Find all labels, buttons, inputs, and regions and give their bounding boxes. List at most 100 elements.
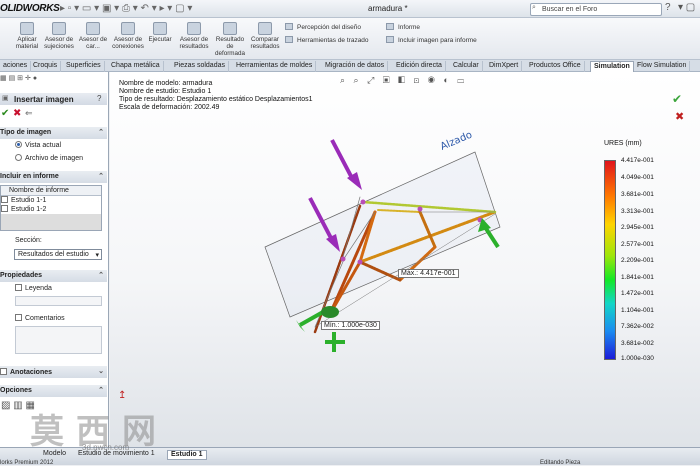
load-icon [86, 22, 100, 35]
report-table: Nombre de informe Estudio 1-1 Estudio 1-… [0, 185, 102, 231]
design-insight-button[interactable]: Percepción del diseño [285, 23, 361, 31]
tab-operaciones[interactable]: aciones [0, 61, 32, 72]
results-icon [187, 22, 201, 35]
radio-current-view[interactable]: Vista actual [15, 141, 61, 149]
loads-advisor-button[interactable]: Asesor de car... [76, 22, 110, 50]
legend-field[interactable] [15, 296, 102, 306]
tab-superficies[interactable]: Superficies [63, 61, 105, 72]
watermark-url: 3d.nwcn.com [82, 443, 130, 452]
pm-toolbar[interactable]: ▦ ▤ ⊞ ✛ ● [0, 74, 107, 86]
tab-flow-simulation[interactable]: Flow Simulation [634, 61, 691, 72]
legend-tick: 4.417e-001 [621, 157, 654, 164]
color-bar [604, 160, 616, 360]
table-row[interactable]: Estudio 1-1 [1, 196, 101, 205]
command-tabs: aciones Croquis Superficies Chapa metáli… [0, 60, 700, 72]
legend-tick: 3.681e-002 [621, 340, 654, 347]
compare-icon [258, 22, 272, 35]
properties-section[interactable]: Propiedades ⌃ [0, 270, 107, 282]
image-type-section[interactable]: Tipo de imagen ⌃ [0, 127, 107, 139]
triad-icon: ↥ [118, 390, 127, 401]
radio-image-file[interactable]: Archivo de imagen [15, 154, 83, 162]
plot-tools-button[interactable]: Herramientas de trazado [285, 36, 369, 44]
table-row[interactable]: Estudio 1-2 [1, 205, 101, 214]
connections-advisor-button[interactable]: Asesor de conexiones [110, 22, 146, 50]
image-icon [386, 36, 394, 43]
fixtures-advisor-button[interactable]: Asesor de sujeciones [42, 22, 76, 50]
legend-title: URES (mm) [604, 140, 642, 147]
quick-access-toolbar[interactable]: ▸ ▫ ▾ ▭ ▾ ▣ ▾ ⎙ ▾ ↶ ▾ ▸ ▾ ▢ ▾ [60, 3, 192, 14]
search-input[interactable]: Buscar en el Foro [530, 3, 662, 16]
include-section[interactable]: Incluir en informe ⌃ [0, 171, 107, 183]
pushpin-icon[interactable]: ⇐ [25, 108, 33, 119]
search-icon: ⌕ [532, 4, 536, 11]
deformed-icon [223, 22, 237, 35]
cancel-icon[interactable]: ✖ [13, 108, 21, 119]
status-mode: Editando Pieza [540, 460, 581, 466]
run-button[interactable]: Ejecutar [146, 22, 174, 43]
tab-calcular[interactable]: Calcular [450, 61, 483, 72]
plot-tools-icon [285, 36, 293, 43]
max-annotation: Máx.: 4.417e-001 [398, 269, 459, 278]
ok-icon[interactable]: ✔ [1, 108, 9, 119]
legend-tick: 3.313e-001 [621, 208, 654, 215]
min-annotation: Mín.: 1.000e-030 [321, 321, 380, 330]
help-icon[interactable]: ? [665, 2, 671, 13]
plane-label: Alzado [439, 130, 474, 153]
connection-icon [121, 22, 135, 35]
command-manager-ribbon: Aplicar material Asesor de sujeciones As… [0, 18, 700, 60]
chevron-down-icon: ▾ [95, 252, 99, 259]
config-icon[interactable]: ⊞ [17, 75, 23, 82]
tab-moldes[interactable]: Herramientas de moldes [233, 61, 317, 72]
report-icon [386, 23, 394, 30]
image-icon: ▣ [2, 95, 9, 102]
deformed-result-button[interactable]: Resultado de deformada [212, 22, 248, 57]
include-image-button[interactable]: Incluir imagen para informe [386, 36, 477, 44]
pm-title: Insertar imagen [0, 93, 107, 105]
tab-croquis[interactable]: Croquis [30, 61, 62, 72]
legend-tick: 1.472e-001 [621, 290, 654, 297]
dimxpert-icon[interactable]: ✛ [25, 75, 31, 82]
legend-tick: 4.049e-001 [621, 174, 654, 181]
front-plane [264, 151, 501, 318]
tab-chapa[interactable]: Chapa metálica [108, 61, 164, 72]
feature-tree-icon[interactable]: ▦ [0, 75, 7, 82]
tab-simulation[interactable]: Simulation [590, 61, 634, 72]
design-insight-icon [285, 23, 293, 30]
appearance-icon[interactable]: ● [33, 75, 37, 82]
legend-tick: 2.209e-001 [621, 257, 654, 264]
legend-checkbox[interactable]: Leyenda [15, 284, 52, 292]
legend-tick: 2.577e-001 [621, 241, 654, 248]
app-logo: OLIDWORKS [0, 3, 60, 14]
property-icon[interactable]: ▤ [9, 75, 16, 82]
comments-field[interactable] [15, 326, 102, 354]
tab-piezas-soldadas[interactable]: Piezas soldadas [171, 61, 229, 72]
comments-checkbox[interactable]: Comentarios [15, 314, 65, 322]
options-section[interactable]: Opciones ⌃ [0, 385, 107, 397]
apply-material-button[interactable]: Aplicar material [12, 22, 42, 50]
annotations-section[interactable]: Anotaciones ⌄ [0, 366, 107, 378]
legend-tick: 1.104e-001 [621, 307, 654, 314]
tab-dimxpert[interactable]: DimXpert [486, 61, 523, 72]
section-label: Sección: [15, 237, 42, 244]
help-icon[interactable]: ? [97, 94, 101, 103]
window-controls[interactable]: ▾ ▢ [678, 2, 695, 13]
legend-tick: 3.681e-001 [621, 191, 654, 198]
compare-results-button[interactable]: Comparar resultados [248, 22, 282, 50]
section-select[interactable]: Resultados del estudio ▾ [14, 249, 102, 260]
document-title: armadura * [368, 4, 408, 13]
tab-edicion-directa[interactable]: Edición directa [393, 61, 446, 72]
legend-tick: 1.841e-001 [621, 274, 654, 281]
tab-study-1[interactable]: Estudio 1 [167, 450, 207, 460]
title-bar: OLIDWORKS ▸ ▫ ▾ ▭ ▾ ▣ ▾ ⎙ ▾ ↶ ▾ ▸ ▾ ▢ ▾ … [0, 0, 700, 18]
report-button[interactable]: Informe [386, 23, 420, 31]
status-version: lorks Premium 2012 [0, 460, 54, 466]
report-table-header: Nombre de informe [1, 186, 101, 196]
legend-tick: 1.000e-030 [621, 355, 654, 362]
legend-tick: 7.362e-002 [621, 323, 654, 330]
tab-migracion[interactable]: Migración de datos [322, 61, 389, 72]
results-advisor-button[interactable]: Asesor de resultados [176, 22, 212, 50]
tab-office[interactable]: Productos Office [526, 61, 585, 72]
run-icon [153, 22, 167, 35]
fixture-icon [52, 22, 66, 35]
legend-tick: 2.945e-001 [621, 224, 654, 231]
